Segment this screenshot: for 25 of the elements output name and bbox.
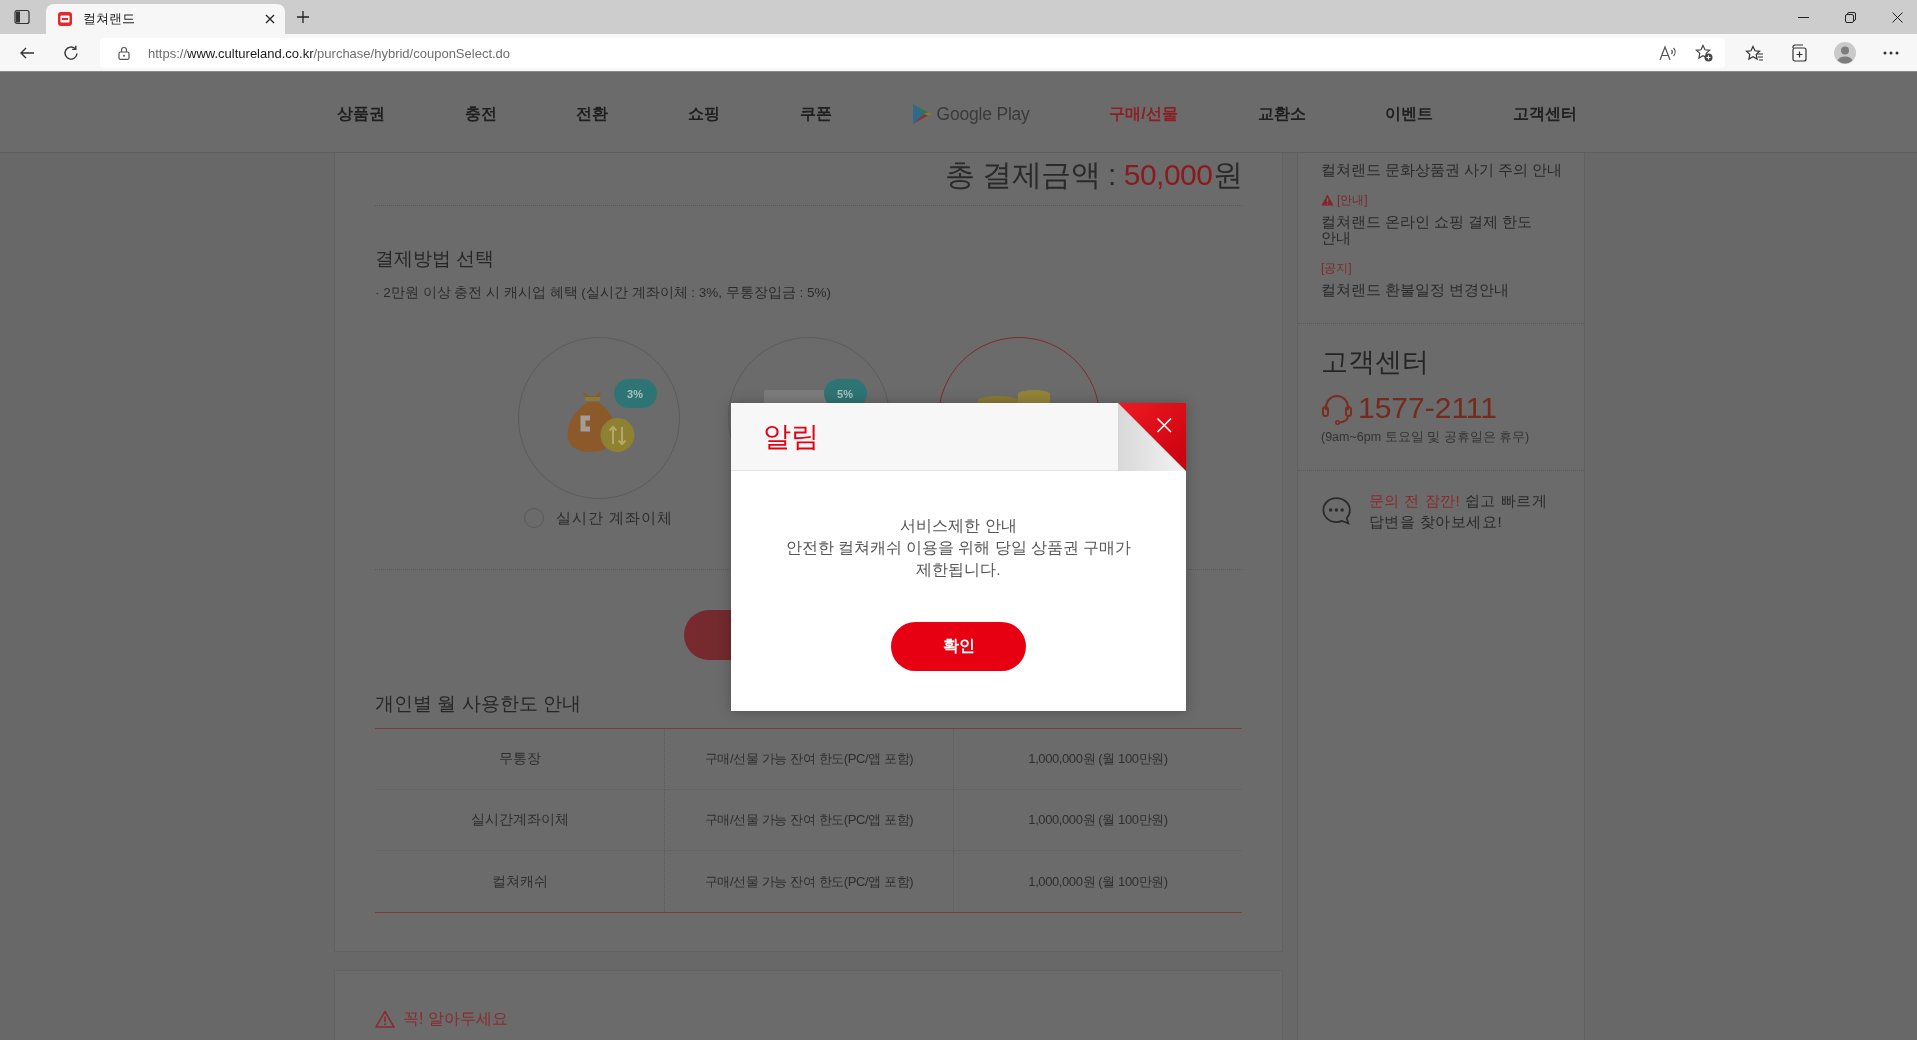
table-cell: 구매/선물 가능 잔여 한도(PC/앱 포함) [664, 851, 953, 912]
table-cell-text: 컬쳐캐쉬 [490, 871, 549, 891]
table-cell: 구매/선물 가능 잔여 한도(PC/앱 포함) [664, 729, 953, 790]
notice-tag: [안내] [1337, 192, 1368, 208]
option-label: 실시간 계좌이체 [556, 508, 673, 528]
total-amount: 총 결제금액 : 50,000원 [944, 157, 1242, 193]
url-text: https://www.cultureland.co.kr/purchase/hybrid/couponSelect.do [148, 45, 511, 61]
cashback-badge: 3% [613, 379, 657, 408]
dialog-title: 알림 [763, 419, 819, 454]
table-cell: 실시간계좌이체 [375, 790, 664, 851]
table-cell: 1,000,000원 (월 100만원) [953, 729, 1242, 790]
dialog-subtitle: 서비스제한 안내 [900, 516, 1017, 536]
section-title: 결제방법 선택 [375, 247, 495, 271]
faq-prompt: 문의 전 잠깐! 쉽고 빠르게 답변을 찾아보세요! [1368, 491, 1549, 532]
notice-heading: 꼭! 알아두세요 [403, 1009, 508, 1029]
benefit-note: · 2만원 이상 충전 시 캐시업 혜택 (실시간 계좌이체 : 3%, 무통장입금 : 5%) [375, 284, 832, 302]
table-cell: 구매/선물 가능 잔여 한도(PC/앱 포함) [664, 790, 953, 851]
notice-tag: [공지] [1321, 260, 1352, 276]
support-heading: 고객센터 [1321, 346, 1429, 379]
table-cell: 1,000,000원 (월 100만원) [953, 851, 1242, 912]
section-title: 개인별 월 사용한도 안내 [375, 692, 581, 716]
phone-number: 1577-2111 [1358, 390, 1497, 426]
table-cell: 무통장 [375, 729, 664, 790]
dialog-message: 안전한 컬쳐캐쉬 이용을 위해 당일 상품권 구매가 제한됩니다. [784, 538, 1133, 580]
table-cell: 1,000,000원 (월 100만원) [953, 790, 1242, 851]
